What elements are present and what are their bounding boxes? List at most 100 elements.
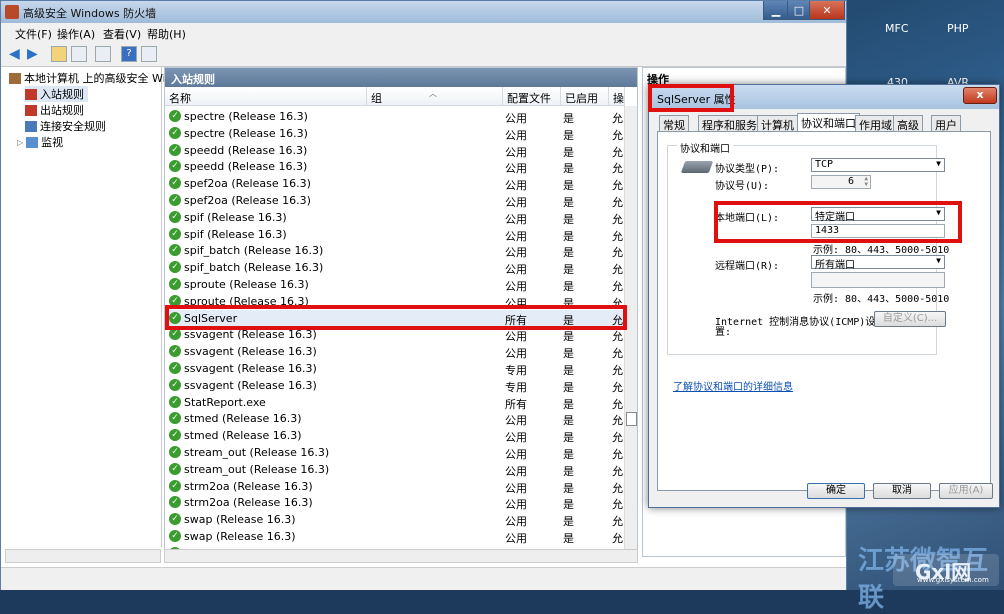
table-row[interactable]: ✓ StatReport.exe 所有 是 允 bbox=[165, 394, 625, 411]
tab-advanced[interactable]: 高级 bbox=[893, 115, 923, 132]
close-button[interactable]: ✕ bbox=[809, 1, 845, 20]
table-row[interactable]: ✓ spef2oa (Release 16.3) 公用 是 允 bbox=[165, 192, 625, 209]
expand-arrow-icon[interactable]: ▷ bbox=[17, 138, 23, 147]
tab-programs-services[interactable]: 程序和服务 bbox=[698, 115, 761, 132]
table-row[interactable]: ✓ ssvagent (Release 16.3) 专用 是 允 bbox=[165, 377, 625, 394]
table-row[interactable]: ✓ ssvagent (Release 16.3) 专用 是 允 bbox=[165, 360, 625, 377]
rule-name: spef2oa (Release 16.3) bbox=[184, 177, 311, 191]
rules-rows: ✓ spectre (Release 16.3) 公用是允 ✓ spectre (Rel… bbox=[165, 108, 625, 554]
desktop-icon-label[interactable]: MFC bbox=[885, 22, 909, 35]
rule-profile: 公用 bbox=[505, 212, 527, 226]
back-arrow-icon[interactable]: ◀ bbox=[9, 47, 20, 61]
window-titlebar[interactable]: 高级安全 Windows 防火墙 ▁ □ ✕ bbox=[1, 1, 846, 23]
table-row[interactable]: ✓ spif_batch (Release 16.3) 公用 是 允 bbox=[165, 259, 625, 276]
table-row[interactable]: ✓ stmed (Release 16.3) 公用 是 允 bbox=[165, 410, 625, 427]
rule-name: StatReport.exe bbox=[184, 395, 266, 409]
remote-port-input[interactable] bbox=[811, 272, 945, 288]
tab-users[interactable]: 用户 bbox=[931, 115, 961, 132]
rule-profile: 公用 bbox=[505, 263, 527, 277]
rule-name: stream_out (Release 16.3) bbox=[184, 446, 330, 459]
cancel-button[interactable]: 取消 bbox=[873, 483, 931, 499]
tree-item-monitoring[interactable]: ▷ 监视 bbox=[17, 134, 63, 150]
protocol-type-value: TCP bbox=[815, 159, 834, 170]
export-icon[interactable] bbox=[95, 46, 111, 62]
menu-view[interactable]: 查看(V) bbox=[103, 26, 141, 42]
table-row[interactable]: ✓ spectre (Release 16.3) 公用 是 允 bbox=[165, 125, 625, 142]
column-header-profile[interactable]: 配置文件 bbox=[503, 87, 561, 106]
table-row[interactable]: ✓ ssvagent (Release 16.3) 公用 是 允 bbox=[165, 343, 625, 360]
scrollbar-thumb[interactable] bbox=[626, 412, 637, 426]
protocol-number-stepper[interactable]: 6 ▲ ▼ bbox=[811, 175, 871, 189]
rule-action: 允 bbox=[612, 347, 623, 361]
column-header-enabled[interactable]: 已启用 bbox=[561, 87, 609, 106]
table-row[interactable]: ✓ spif_batch (Release 16.3) 公用 是 允 bbox=[165, 242, 625, 259]
rule-enabled: 是 bbox=[563, 246, 574, 260]
tree-item-label: 出站规则 bbox=[40, 104, 84, 117]
enabled-check-icon: ✓ bbox=[169, 160, 181, 173]
tab-general[interactable]: 常规 bbox=[659, 115, 689, 132]
connection-security-icon bbox=[25, 120, 37, 132]
tree-horizontal-scrollbar[interactable] bbox=[5, 549, 161, 563]
tree-item-outbound[interactable]: 出站规则 bbox=[25, 102, 84, 118]
table-row[interactable]: ✓ spif (Release 16.3) 公用 是 允 bbox=[165, 226, 625, 243]
menu-file[interactable]: 文件(F) bbox=[15, 26, 52, 42]
learn-more-link[interactable]: 了解协议和端口的详细信息 bbox=[673, 378, 793, 393]
tab-computers[interactable]: 计算机 bbox=[757, 115, 798, 132]
table-row[interactable]: ✓ spif (Release 16.3) 公用 是 允 bbox=[165, 209, 625, 226]
customize-button[interactable]: 自定义(C)... bbox=[874, 311, 946, 327]
minimize-button[interactable]: ▁ bbox=[763, 1, 789, 20]
table-row[interactable]: ✓ speedd (Release 16.3) 公用 是 允 bbox=[165, 142, 625, 159]
rule-enabled: 是 bbox=[563, 280, 574, 293]
list-horizontal-scrollbar[interactable] bbox=[164, 549, 638, 563]
icmp-settings-label: Internet 控制消息协议(ICMP)设 bbox=[715, 317, 876, 328]
rules-vertical-scrollbar[interactable] bbox=[624, 106, 637, 556]
highlight-sqlserver-row bbox=[165, 305, 627, 330]
desktop-icon-label[interactable]: PHP bbox=[947, 22, 969, 35]
maximize-button[interactable]: □ bbox=[787, 1, 811, 20]
rule-profile: 公用 bbox=[505, 414, 527, 428]
table-row[interactable]: ✓ stream_out (Release 16.3) 公用 是 允 bbox=[165, 444, 625, 461]
show-tree-icon[interactable] bbox=[71, 46, 87, 62]
table-row[interactable]: ✓ speedd (Release 16.3) 公用 是 允 bbox=[165, 158, 625, 175]
table-row[interactable]: ✓ spectre (Release 16.3) 公用 是 允 bbox=[165, 108, 625, 125]
table-row[interactable]: ✓ swap (Release 16.3) 公用 是 允 bbox=[165, 511, 625, 528]
action-pane-icon[interactable] bbox=[141, 46, 157, 62]
close-icon: ✕ bbox=[822, 3, 832, 17]
rule-name: ssvagent (Release 16.3) bbox=[184, 362, 317, 375]
dialog-close-button[interactable]: x bbox=[963, 87, 997, 104]
table-row[interactable]: ✓ spef2oa (Release 16.3) 公用 是 允 bbox=[165, 175, 625, 192]
tree-root[interactable]: 本地计算机 上的高级安全 Win bbox=[9, 70, 173, 86]
rule-enabled: 是 bbox=[563, 145, 574, 159]
rule-profile: 公用 bbox=[505, 347, 527, 361]
tab-protocols-ports[interactable]: 协议和端口 bbox=[797, 113, 860, 132]
rule-enabled: 是 bbox=[563, 347, 574, 361]
forward-arrow-icon[interactable]: ▶ bbox=[27, 47, 38, 61]
monitoring-icon bbox=[26, 136, 39, 148]
protocol-type-select[interactable]: TCP ▼ bbox=[811, 158, 945, 172]
tree-item-connection-security[interactable]: 连接安全规则 bbox=[25, 118, 106, 134]
column-header-name[interactable]: 名称 bbox=[165, 87, 367, 106]
menu-help[interactable]: 帮助(H) bbox=[147, 26, 186, 42]
table-row[interactable]: ✓ strm2oa (Release 16.3) 公用 是 允 bbox=[165, 494, 625, 511]
rule-name: speedd (Release 16.3) bbox=[184, 143, 308, 157]
menu-action[interactable]: 操作(A) bbox=[57, 26, 95, 42]
column-header-action[interactable]: 操 bbox=[609, 87, 625, 106]
up-folder-icon[interactable] bbox=[51, 46, 67, 62]
group-title: 协议和端口 bbox=[677, 140, 733, 155]
apply-button[interactable]: 应用(A) bbox=[939, 483, 993, 499]
rule-profile: 公用 bbox=[505, 532, 527, 545]
tree-item-inbound[interactable]: 入站规则 bbox=[25, 86, 88, 102]
table-row[interactable]: ✓ stream_out (Release 16.3) 公用 是 允 bbox=[165, 461, 625, 478]
rule-name: swap (Release 16.3) bbox=[184, 513, 296, 527]
remote-port-select[interactable]: 所有端口 ▼ bbox=[811, 255, 945, 271]
watermark-logo: Gxl网 www.gxlsystem.com bbox=[893, 554, 999, 586]
ok-button[interactable]: 确定 bbox=[807, 483, 865, 499]
table-row[interactable]: ✓ sproute (Release 16.3) 公用 是 允 bbox=[165, 276, 625, 293]
table-row[interactable]: ✓ stmed (Release 16.3) 公用 是 允 bbox=[165, 427, 625, 444]
help-icon[interactable]: ? bbox=[121, 46, 137, 62]
table-row[interactable]: ✓ strm2oa (Release 16.3) 公用 是 允 bbox=[165, 478, 625, 495]
table-row[interactable]: ✓ swap (Release 16.3) 公用 是 允 bbox=[165, 528, 625, 545]
dropdown-arrow-icon: ▼ bbox=[936, 159, 941, 168]
spinner-arrows-icon[interactable]: ▲ ▼ bbox=[864, 176, 868, 188]
tab-scope[interactable]: 作用域 bbox=[855, 115, 896, 132]
